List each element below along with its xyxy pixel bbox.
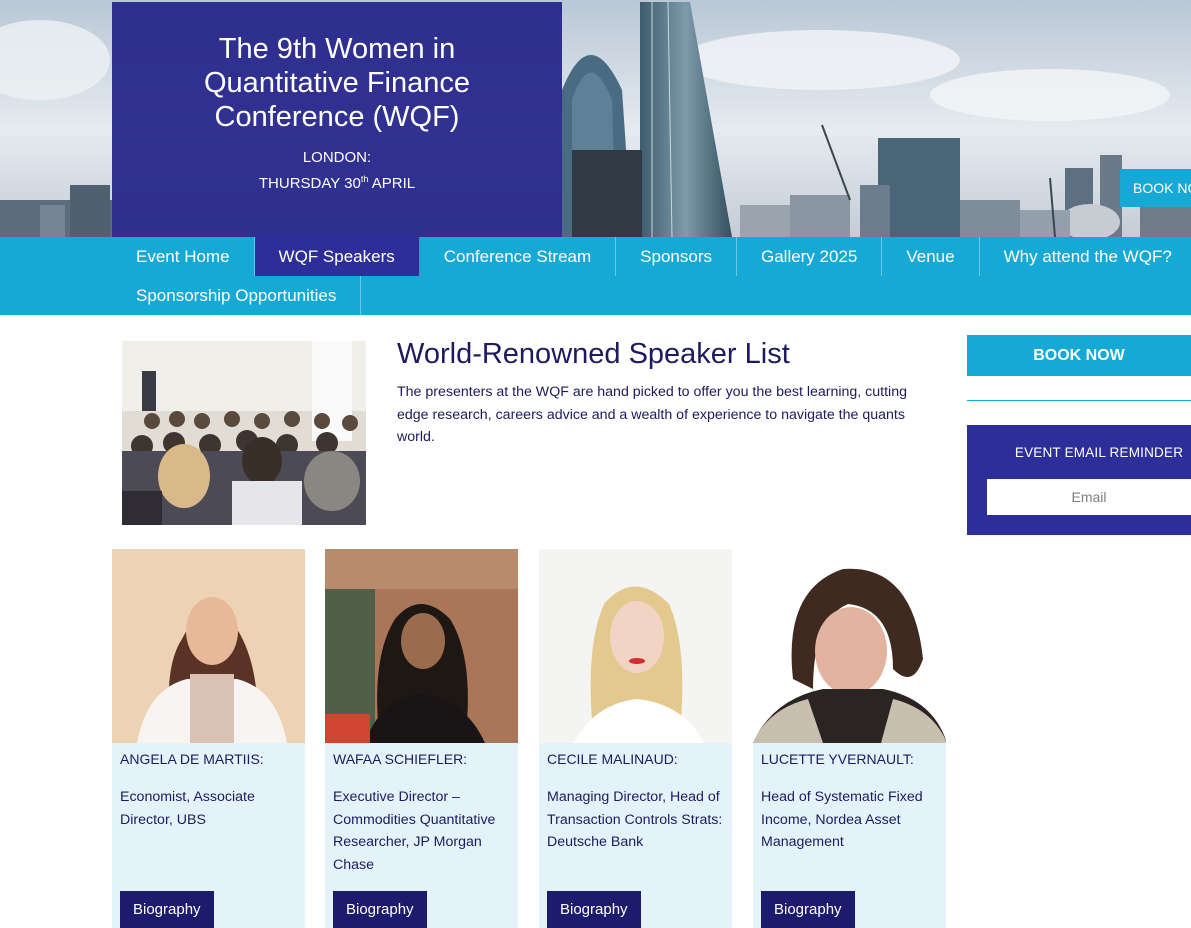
speaker-name: LUCETTE YVERNAULT: [761, 751, 914, 767]
hero-title-panel: The 9th Women in Quantitative Finance Co… [112, 2, 562, 237]
nav-item-sponsors[interactable]: Sponsors [616, 237, 737, 276]
email-reminder-box: EVENT EMAIL REMINDER [967, 425, 1191, 535]
biography-button[interactable]: Biography [120, 891, 214, 928]
biography-button[interactable]: Biography [547, 891, 641, 928]
speaker-photo [112, 549, 305, 743]
main-navigation: Event Home WQF Speakers Conference Strea… [0, 237, 1191, 315]
nav-item-venue[interactable]: Venue [882, 237, 980, 276]
page-title: World-Renowned Speaker List [397, 338, 790, 370]
speaker-portrait [112, 549, 305, 743]
date-main: THURSDAY 30 [258, 175, 361, 192]
nav-item-wqf-speakers[interactable]: WQF Speakers [254, 237, 420, 276]
speaker-card: ANGELA DE MARTIIS: Economist, Associate … [112, 549, 305, 928]
speaker-name: WAFAA SCHIEFLER: [333, 751, 468, 767]
nav-item-event-home[interactable]: Event Home [112, 237, 255, 276]
nav-row-2: Sponsorship Opportunities [112, 276, 362, 315]
speaker-role: Executive Director – Commodities Quantit… [333, 789, 496, 873]
speaker-role: Economist, Associate Director, UBS [120, 789, 255, 828]
nav-item-conference-stream[interactable]: Conference Stream [420, 237, 617, 276]
biography-button[interactable]: Biography [761, 891, 855, 928]
sidebar-book-now-button[interactable]: BOOK NOW [967, 335, 1191, 376]
biography-button[interactable]: Biography [333, 891, 427, 928]
email-reminder-title: EVENT EMAIL REMINDER [1014, 445, 1184, 460]
speaker-name: ANGELA DE MARTIIS: [120, 751, 264, 767]
nav-item-why-attend[interactable]: Why attend the WQF? [980, 237, 1191, 276]
date-month: APRIL [368, 175, 416, 192]
speaker-portrait [539, 549, 732, 743]
speaker-portrait [753, 549, 946, 743]
speaker-photo [325, 549, 518, 743]
hero-banner: The 9th Women in Quantitative Finance Co… [0, 0, 1191, 237]
speaker-photo [753, 549, 946, 743]
email-field[interactable] [987, 479, 1191, 515]
nav-item-gallery-2025[interactable]: Gallery 2025 [737, 237, 883, 276]
conference-title: The 9th Women in Quantitative Finance Co… [204, 33, 470, 133]
speaker-photo [539, 549, 732, 743]
conference-city: LONDON: [302, 149, 372, 166]
speaker-name: CECILE MALINAUD: [547, 751, 678, 767]
nav-item-sponsorship-opportunities[interactable]: Sponsorship Opportunities [112, 276, 362, 315]
intro-paragraph: The presenters at the WQF are hand picke… [397, 384, 907, 445]
speaker-card: WAFAA SCHIEFLER: Executive Director – Co… [325, 549, 518, 928]
audience-photo [122, 341, 366, 525]
speaker-card: LUCETTE YVERNAULT: Head of Systematic Fi… [753, 549, 946, 928]
speaker-card: CECILE MALINAUD: Managing Director, Head… [539, 549, 732, 928]
speaker-portrait [325, 549, 518, 743]
speaker-role: Head of Systematic Fixed Income, Nordea … [761, 789, 923, 850]
sidebar-divider [967, 400, 1191, 401]
audience-photo-illustration [122, 341, 366, 525]
conference-date: THURSDAY 30th APRIL [112, 167, 562, 196]
speaker-role: Managing Director, Head of Transaction C… [547, 789, 723, 850]
hero-book-now-button[interactable]: BOOK NOW [1120, 169, 1191, 207]
nav-row-1: Event Home WQF Speakers Conference Strea… [112, 237, 1191, 276]
